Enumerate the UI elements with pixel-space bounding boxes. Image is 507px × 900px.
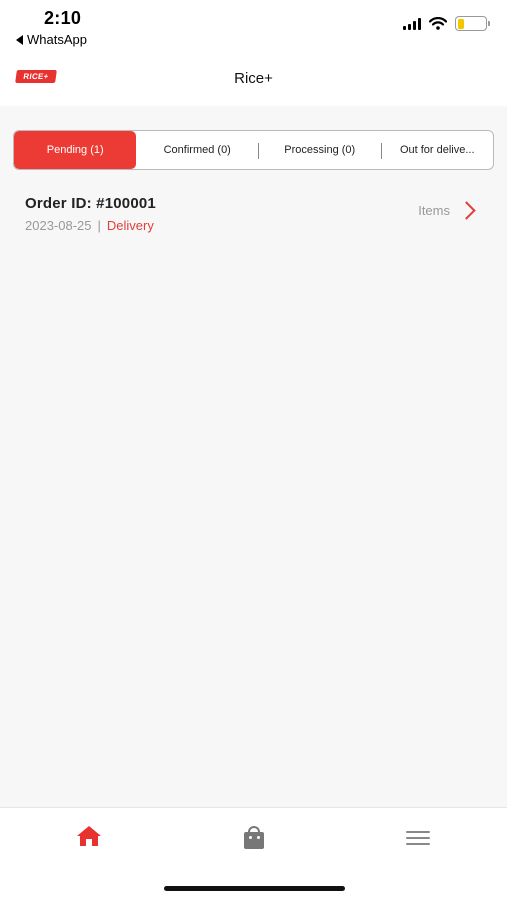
back-arrow-icon <box>16 34 23 45</box>
page-title: Rice+ <box>234 70 273 87</box>
back-to-app-link[interactable]: WhatsApp <box>16 32 87 47</box>
status-bar: 2:10 WhatsApp <box>0 0 507 56</box>
order-meta-separator: | <box>97 218 101 233</box>
status-icons <box>403 16 490 31</box>
tab-confirmed[interactable]: Confirmed (0) <box>136 131 258 169</box>
shopping-bag-icon[interactable] <box>241 826 269 850</box>
order-list-item[interactable]: Order ID: #100001 2023-08-25 | Delivery … <box>25 195 485 237</box>
order-type: Delivery <box>106 218 154 233</box>
battery-level <box>457 18 465 29</box>
home-icon[interactable] <box>76 826 104 850</box>
order-id: Order ID: #100001 <box>25 195 156 212</box>
order-status-tabs: Pending (1) Confirmed (0) Processing (0)… <box>13 130 494 170</box>
tab-pending[interactable]: Pending (1) <box>14 131 137 169</box>
menu-icon[interactable] <box>405 826 433 850</box>
home-indicator[interactable] <box>164 886 345 891</box>
items-label: Items <box>418 203 450 218</box>
order-date: 2023-08-25 <box>25 218 92 233</box>
tab-processing[interactable]: Processing (0) <box>257 131 381 169</box>
back-app-label: WhatsApp <box>27 32 87 47</box>
chevron-right-icon <box>457 201 476 220</box>
cellular-signal-icon <box>403 17 421 30</box>
status-time: 2:10 <box>44 8 82 28</box>
app-header: RICE+ Rice+ <box>0 56 507 106</box>
battery-icon <box>455 16 490 31</box>
order-meta: 2023-08-25 | Delivery <box>25 218 485 233</box>
items-link[interactable]: Items <box>418 201 476 220</box>
tab-out-for-delivery[interactable]: Out for delive... <box>381 131 493 169</box>
wifi-icon <box>429 17 447 30</box>
